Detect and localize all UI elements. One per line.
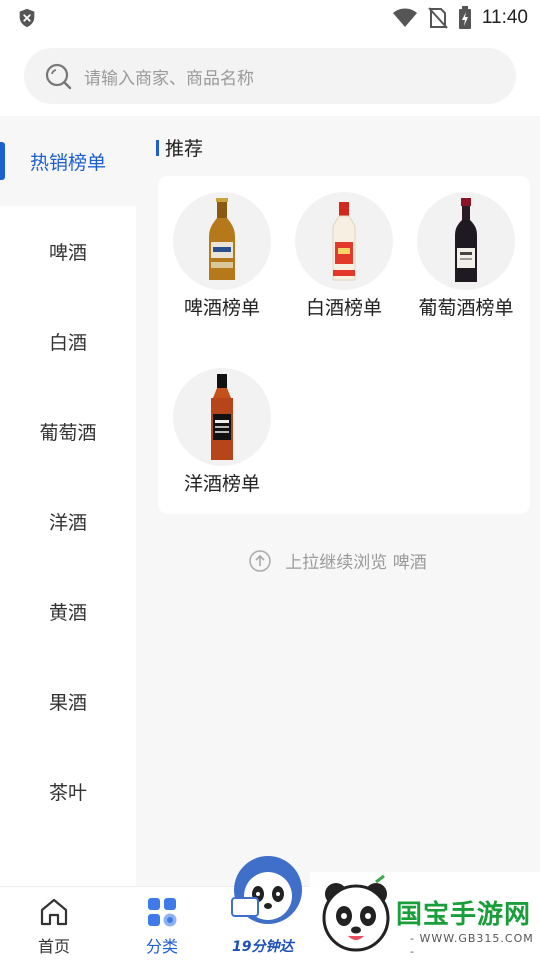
sidebar-item-fruit-wine[interactable]: 果酒 <box>0 656 136 746</box>
category-sidebar: 热销榜单 啤酒 白酒 葡萄酒 洋酒 黄酒 果酒 茶叶 <box>0 116 136 886</box>
status-bar: 11:40 <box>0 0 540 36</box>
section-title: 推荐 <box>156 134 203 161</box>
watermark-url: - WWW.GB315.COM - <box>410 932 534 958</box>
search-icon <box>45 63 72 90</box>
sidebar-item-label: 葡萄酒 <box>39 421 97 444</box>
recommend-card: 啤酒榜单 白酒榜单 葡萄酒榜单 洋酒榜单 <box>158 176 530 514</box>
sidebar-item-beer[interactable]: 啤酒 <box>0 206 136 296</box>
nav-category[interactable]: 分类 <box>122 895 202 957</box>
sidebar-item-hot-list[interactable]: 热销榜单 <box>0 116 136 206</box>
home-icon <box>40 898 68 926</box>
search-input[interactable]: 请输入商家、商品名称 <box>24 48 516 104</box>
pull-up-hint-text: 上拉继续浏览 啤酒 <box>285 553 427 573</box>
sidebar-item-label: 果酒 <box>48 691 87 714</box>
shield-icon <box>19 8 35 28</box>
category-content: 推荐 啤酒榜单 白酒榜单 葡萄酒榜单 洋酒榜单 上拉继续浏览 啤酒 <box>136 116 540 886</box>
status-time: 11:40 <box>481 7 528 28</box>
watermark-title: 国宝手游网 <box>396 900 532 930</box>
sidebar-item-label: 茶叶 <box>48 781 87 804</box>
whiskey-list-entry[interactable]: 洋酒榜单 <box>161 368 283 496</box>
nav-category-label: 分类 <box>145 937 178 956</box>
pull-up-hint: 上拉继续浏览 啤酒 <box>136 548 540 573</box>
sidebar-item-baijiu[interactable]: 白酒 <box>0 296 136 386</box>
wine-bottle-icon <box>417 192 515 290</box>
promo-mascot[interactable]: 19分钟达 <box>222 852 314 960</box>
baijiu-list-label: 白酒榜单 <box>305 297 382 319</box>
sidebar-item-tea[interactable]: 茶叶 <box>0 746 136 836</box>
sidebar-item-label: 黄酒 <box>48 601 87 624</box>
sidebar-item-label: 白酒 <box>48 331 87 354</box>
whiskey-bottle-icon <box>173 368 271 466</box>
sidebar-item-label: 热销榜单 <box>29 151 106 174</box>
category-icon <box>148 898 177 927</box>
beer-list-label: 啤酒榜单 <box>183 297 260 319</box>
wifi-icon <box>392 8 417 27</box>
baijiu-list-entry[interactable]: 白酒榜单 <box>283 192 405 320</box>
sidebar-item-yellow-wine[interactable]: 黄酒 <box>0 566 136 656</box>
sidebar-item-wine[interactable]: 葡萄酒 <box>0 386 136 476</box>
battery-charging-icon <box>458 6 471 29</box>
promo-text: 19分钟达 <box>232 939 294 955</box>
watermark: 国宝手游网 - WWW.GB315.COM - <box>310 872 540 960</box>
search-placeholder: 请输入商家、商品名称 <box>84 68 254 89</box>
baijiu-bottle-icon <box>295 192 393 290</box>
header: 请输入商家、商品名称 <box>0 36 540 116</box>
whiskey-list-label: 洋酒榜单 <box>183 473 260 495</box>
beer-list-entry[interactable]: 啤酒榜单 <box>161 192 283 320</box>
no-sim-icon <box>428 7 448 29</box>
active-indicator <box>0 142 5 180</box>
section-title-marker <box>156 139 159 156</box>
wine-list-entry[interactable]: 葡萄酒榜单 <box>405 192 527 320</box>
section-title-text: 推荐 <box>165 138 204 160</box>
sidebar-item-label: 洋酒 <box>48 511 87 534</box>
beer-bottle-icon <box>173 192 271 290</box>
panda-mascot-icon <box>231 856 302 924</box>
nav-home[interactable]: 首页 <box>14 895 94 957</box>
sidebar-item-label: 啤酒 <box>48 241 87 264</box>
sidebar-item-foreign-liquor[interactable]: 洋酒 <box>0 476 136 566</box>
wine-list-label: 葡萄酒榜单 <box>418 297 514 319</box>
arrow-up-circle-icon <box>249 549 272 572</box>
nav-home-label: 首页 <box>37 937 70 956</box>
panda-logo-icon <box>322 874 390 952</box>
